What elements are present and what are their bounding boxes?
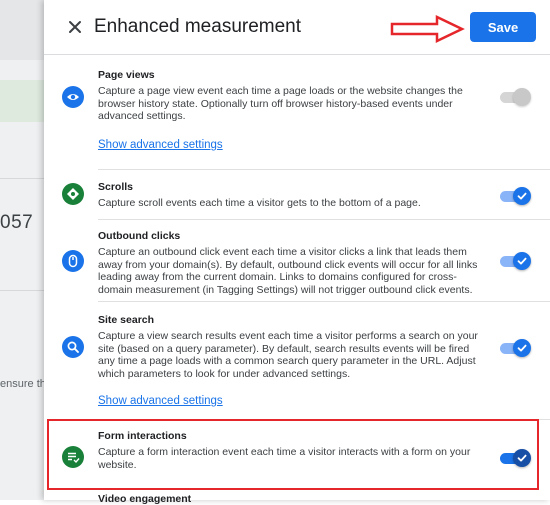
background-divider bbox=[0, 290, 44, 291]
toggle-thumb bbox=[513, 187, 531, 205]
save-button[interactable]: Save bbox=[470, 12, 536, 42]
setting-description: Capture scroll events each time a visito… bbox=[98, 197, 421, 209]
setting-outbound-clicks: Outbound clicks Capture an outbound clic… bbox=[44, 220, 550, 300]
background-highlight-row bbox=[0, 80, 44, 122]
search-icon bbox=[62, 336, 84, 358]
site-search-toggle[interactable] bbox=[500, 339, 531, 357]
setting-scrolls: Scrolls Capture scroll events each time … bbox=[44, 170, 550, 218]
scrolls-toggle[interactable] bbox=[500, 187, 531, 205]
mouse-icon bbox=[62, 250, 84, 272]
close-icon bbox=[69, 21, 81, 33]
background-number: 057 bbox=[0, 212, 34, 233]
check-icon bbox=[517, 257, 527, 265]
setting-site-search: Site search Capture a view search result… bbox=[44, 302, 550, 418]
red-arrow-annotation bbox=[390, 15, 465, 43]
check-icon bbox=[517, 344, 527, 352]
settings-list: Page views Capture a page view event eac… bbox=[44, 55, 550, 505]
show-advanced-settings-link[interactable]: Show advanced settings bbox=[98, 139, 223, 151]
toggle-thumb bbox=[513, 252, 531, 270]
eye-icon bbox=[62, 86, 84, 108]
setting-title-cutoff: Video engagement bbox=[98, 493, 192, 505]
background-divider bbox=[0, 178, 44, 179]
panel-title: Enhanced measurement bbox=[94, 16, 302, 37]
check-icon bbox=[517, 192, 527, 200]
toggle-thumb bbox=[513, 88, 531, 106]
setting-title: Outbound clicks bbox=[98, 230, 181, 242]
show-advanced-settings-link[interactable]: Show advanced settings bbox=[98, 395, 223, 407]
page-views-toggle[interactable] bbox=[500, 88, 531, 106]
setting-title: Site search bbox=[98, 314, 155, 326]
background-text: ensure tha bbox=[0, 378, 44, 390]
enhanced-measurement-panel: Enhanced measurement Save Page views Cap… bbox=[44, 0, 550, 505]
background-page: 057 ensure tha bbox=[0, 0, 44, 500]
close-button[interactable] bbox=[64, 16, 86, 38]
background-header bbox=[0, 0, 44, 60]
panel-header: Enhanced measurement Save bbox=[44, 0, 550, 55]
outbound-clicks-toggle[interactable] bbox=[500, 252, 531, 270]
setting-description: Capture an outbound click event each tim… bbox=[98, 246, 478, 296]
setting-description: Capture a page view event each time a pa… bbox=[98, 85, 463, 123]
red-highlight-box bbox=[47, 419, 539, 490]
toggle-thumb bbox=[513, 339, 531, 357]
setting-page-views: Page views Capture a page view event eac… bbox=[44, 55, 550, 165]
setting-title: Page views bbox=[98, 69, 155, 81]
setting-title: Scrolls bbox=[98, 181, 134, 193]
setting-description: Capture a view search results event each… bbox=[98, 330, 478, 380]
compass-icon bbox=[62, 183, 84, 205]
